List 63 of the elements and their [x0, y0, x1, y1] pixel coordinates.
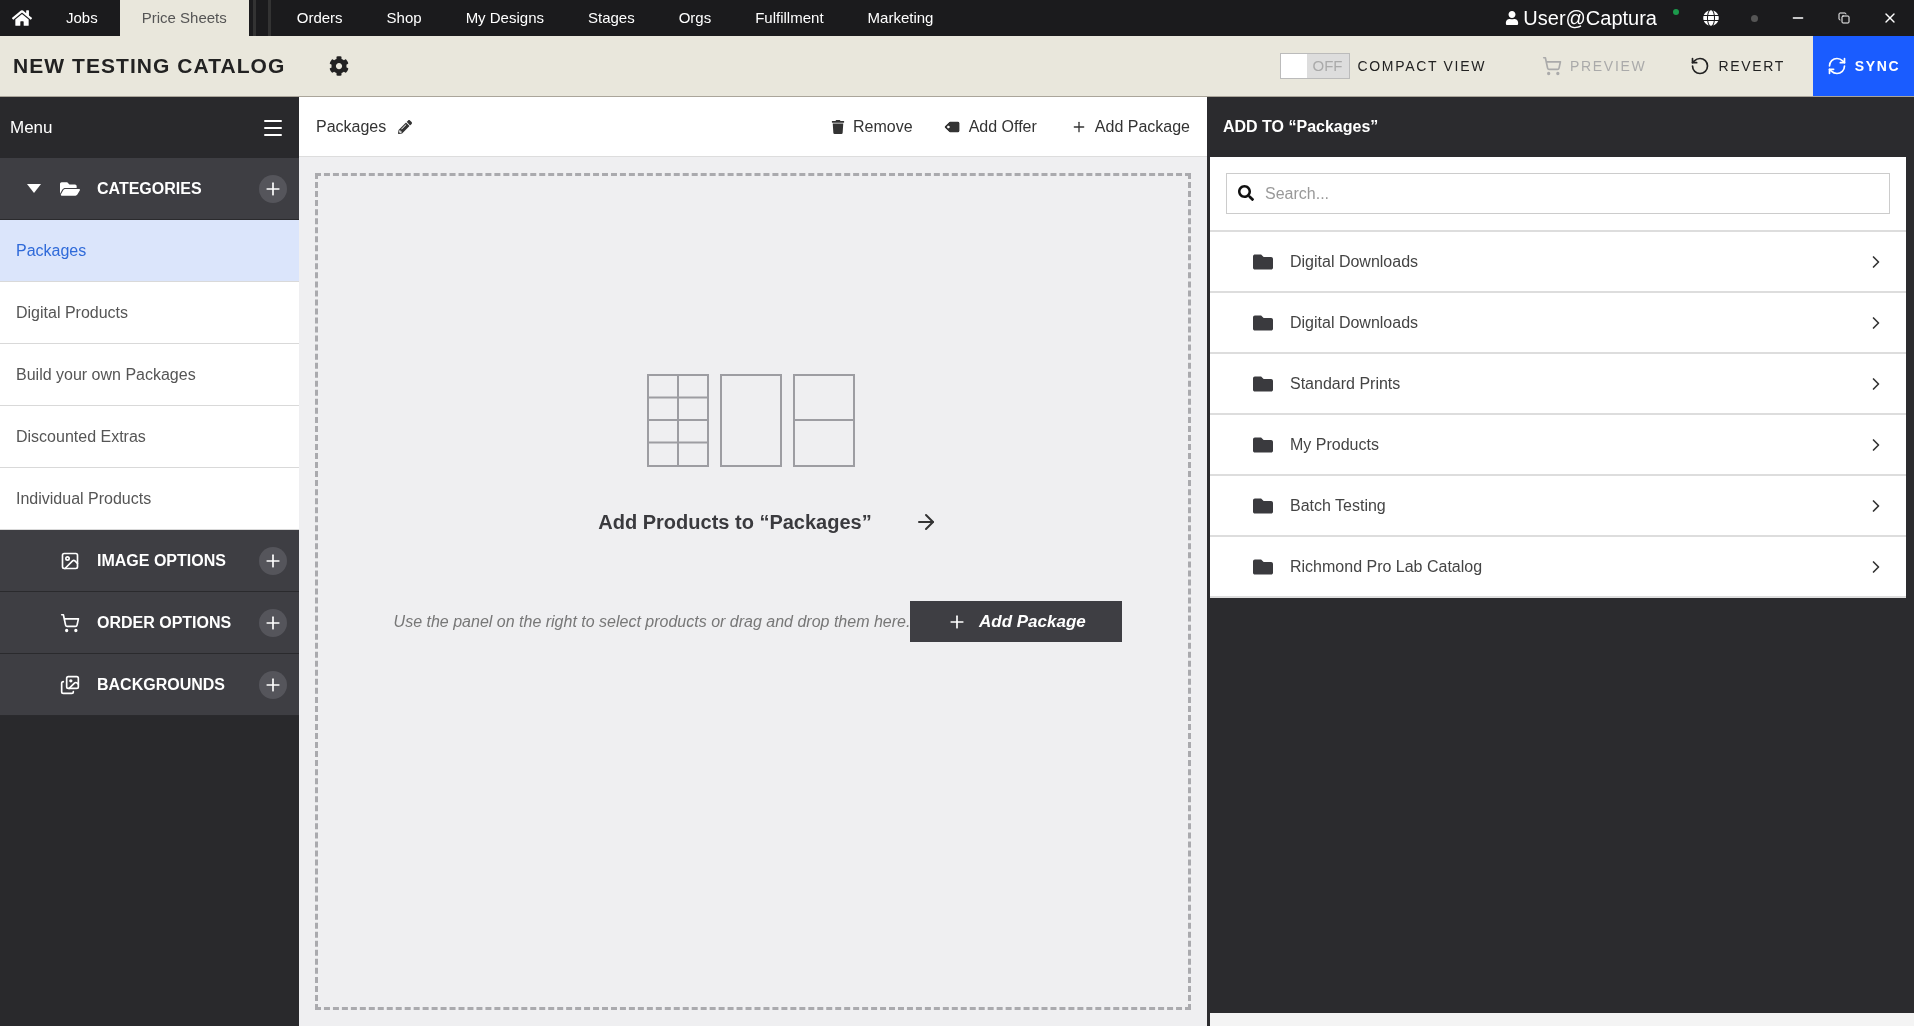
edit-icon[interactable] — [398, 119, 413, 134]
category-item[interactable]: Packages — [0, 220, 299, 282]
sidebar-section-header[interactable]: IMAGE OPTIONS — [0, 530, 299, 592]
restore-icon[interactable] — [1838, 12, 1850, 24]
user-icon — [1505, 11, 1520, 25]
nav-tab[interactable]: Stages — [566, 0, 657, 36]
search-field[interactable]: Search... — [1226, 173, 1890, 214]
cart-icon — [1542, 56, 1563, 76]
product-group-row[interactable]: My Products — [1210, 415, 1906, 476]
sidebar-section-header[interactable]: ORDER OPTIONS — [0, 592, 299, 654]
nav-tab[interactable]: Shop — [364, 0, 444, 36]
globe-icon[interactable] — [1703, 10, 1719, 26]
category-item[interactable]: Individual Products — [0, 468, 299, 530]
cart-icon — [60, 612, 80, 633]
drop-zone-hint: Use the panel on the right to select products or drag and drop them here. — [393, 611, 911, 632]
sync-icon — [1826, 56, 1847, 76]
user-name[interactable]: User@Captura — [1523, 3, 1657, 33]
sync-button[interactable]: SYNC — [1813, 36, 1914, 96]
revert-button[interactable]: REVERT — [1674, 36, 1801, 96]
add-package-button[interactable]: Add Package — [910, 601, 1123, 642]
add-button[interactable] — [259, 670, 287, 699]
nav-tab[interactable]: Fulfillment — [733, 0, 846, 36]
image-icon — [60, 550, 80, 571]
panel-title: ADD TO “Packages” — [1223, 117, 1379, 137]
add-button[interactable] — [259, 608, 287, 637]
toolbar-button[interactable]: Add Package — [1070, 114, 1190, 139]
category-item[interactable]: Build your own Packages — [0, 344, 299, 406]
settings-icon[interactable] — [329, 56, 350, 76]
trash-icon — [831, 119, 846, 134]
product-group-row[interactable]: Batch Testing — [1210, 476, 1906, 537]
caret-down-icon — [26, 184, 41, 193]
menu-title: Menu — [10, 116, 53, 139]
section-title: CATEGORIES — [97, 178, 203, 199]
product-group-row[interactable]: Standard Prints — [1210, 354, 1906, 415]
category-item[interactable]: Digital Products — [0, 282, 299, 344]
add-button[interactable] — [259, 174, 287, 203]
category-name: Packages — [316, 116, 387, 137]
toggle-knob — [1280, 54, 1307, 78]
product-group-row[interactable]: Richmond Pro Lab Catalog — [1210, 537, 1906, 598]
product-group-row[interactable]: Digital Downloads — [1210, 232, 1906, 293]
section-title: IMAGE OPTIONS — [97, 550, 227, 571]
home-icon — [12, 8, 32, 28]
sidebar-section-header[interactable]: BACKGROUNDS — [0, 654, 299, 716]
nav-tab[interactable]: Price Sheets — [119, 0, 249, 36]
images-icon — [60, 674, 80, 695]
nav-tab[interactable]: Orders — [274, 0, 365, 36]
toolbar-button[interactable]: Add Offer — [946, 114, 1037, 139]
nav-tab[interactable]: Orgs — [656, 0, 734, 36]
product-group-row[interactable]: Digital Downloads — [1210, 293, 1906, 354]
undo-icon — [1690, 56, 1711, 76]
search-icon — [1238, 185, 1254, 201]
section-title: ORDER OPTIONS — [97, 612, 233, 633]
drop-zone-heading: Add Products to “Packages” — [598, 510, 872, 535]
nav-tab[interactable]: Jobs — [44, 0, 120, 36]
catalog-title: NEW TESTING CATALOG — [13, 53, 286, 80]
sidebar-section-header[interactable]: CATEGORIES — [0, 158, 299, 220]
nav-tab[interactable]: Marketing — [845, 0, 956, 36]
toolbar-button[interactable]: Remove — [831, 114, 913, 139]
compact-view-label: COMPACT VIEW — [1357, 56, 1487, 76]
nav-tab[interactable]: My Designs — [443, 0, 566, 36]
section-title: BACKGROUNDS — [97, 674, 226, 695]
category-item[interactable]: Discounted Extras — [0, 406, 299, 468]
add-button[interactable] — [259, 546, 287, 575]
